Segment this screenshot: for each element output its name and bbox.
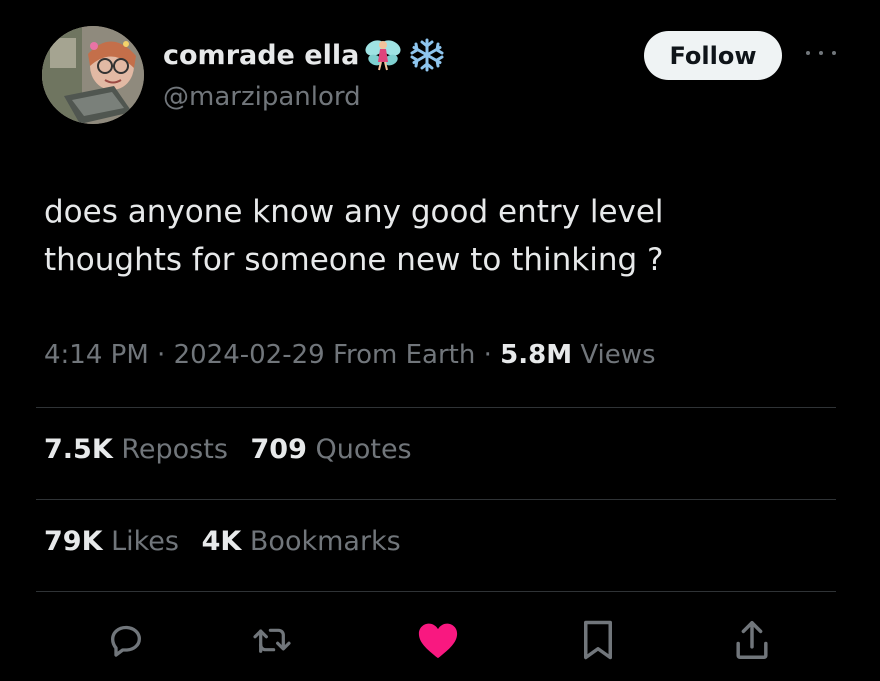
quotes-count: 709	[250, 434, 307, 465]
tweet-location: From Earth	[332, 340, 476, 370]
fairy-emoji-icon	[363, 38, 403, 72]
snowflake-emoji-icon	[407, 38, 447, 72]
tweet-time[interactable]: 4:14 PM	[44, 340, 149, 370]
more-dot	[819, 51, 823, 55]
display-name[interactable]: comrade ella	[163, 38, 447, 72]
reposts-count: 7.5K	[44, 434, 113, 465]
tweet-text: does anyone know any good entry level th…	[44, 194, 664, 278]
more-options-icon[interactable]	[806, 41, 836, 65]
more-dot	[832, 51, 836, 55]
views-label: Views	[580, 340, 656, 370]
bookmarks-stat[interactable]: 4K Bookmarks	[202, 526, 401, 557]
tweet-detail: comrade ella @marzipanlord Follow does a…	[0, 0, 880, 681]
repost-quote-stats: 7.5K Reposts 709 Quotes	[44, 434, 412, 465]
views-count: 5.8M	[500, 340, 573, 370]
bookmarks-count: 4K	[201, 526, 242, 557]
reposts-stat[interactable]: 7.5K Reposts	[44, 434, 228, 465]
meta-separator: ·	[483, 340, 492, 370]
display-name-text: comrade ella	[163, 39, 360, 71]
divider	[36, 499, 836, 500]
bookmark-icon[interactable]	[576, 618, 620, 662]
user-handle[interactable]: @marzipanlord	[163, 82, 361, 112]
tweet-date[interactable]: 2024-02-29	[174, 340, 325, 370]
reply-icon[interactable]	[104, 618, 148, 662]
avatar-photo	[42, 26, 144, 124]
quotes-stat[interactable]: 709 Quotes	[251, 434, 412, 465]
tweet-meta: 4:14 PM · 2024-02-29 From Earth · 5.8M V…	[44, 340, 656, 370]
divider	[36, 407, 836, 408]
share-icon[interactable]	[730, 618, 774, 662]
divider	[36, 591, 836, 592]
likes-label: Likes	[111, 526, 179, 557]
bookmarks-label: Bookmarks	[249, 526, 401, 557]
meta-separator: ·	[157, 340, 166, 370]
more-dot	[806, 51, 810, 55]
like-icon[interactable]	[416, 618, 460, 662]
avatar[interactable]	[42, 26, 144, 124]
reposts-label: Reposts	[121, 434, 228, 465]
likes-count: 79K	[44, 526, 103, 557]
like-bookmark-stats: 79K Likes 4K Bookmarks	[44, 526, 401, 557]
quotes-label: Quotes	[315, 434, 412, 465]
likes-stat[interactable]: 79K Likes	[44, 526, 179, 557]
repost-icon[interactable]	[250, 618, 294, 662]
follow-button[interactable]: Follow	[644, 31, 782, 80]
